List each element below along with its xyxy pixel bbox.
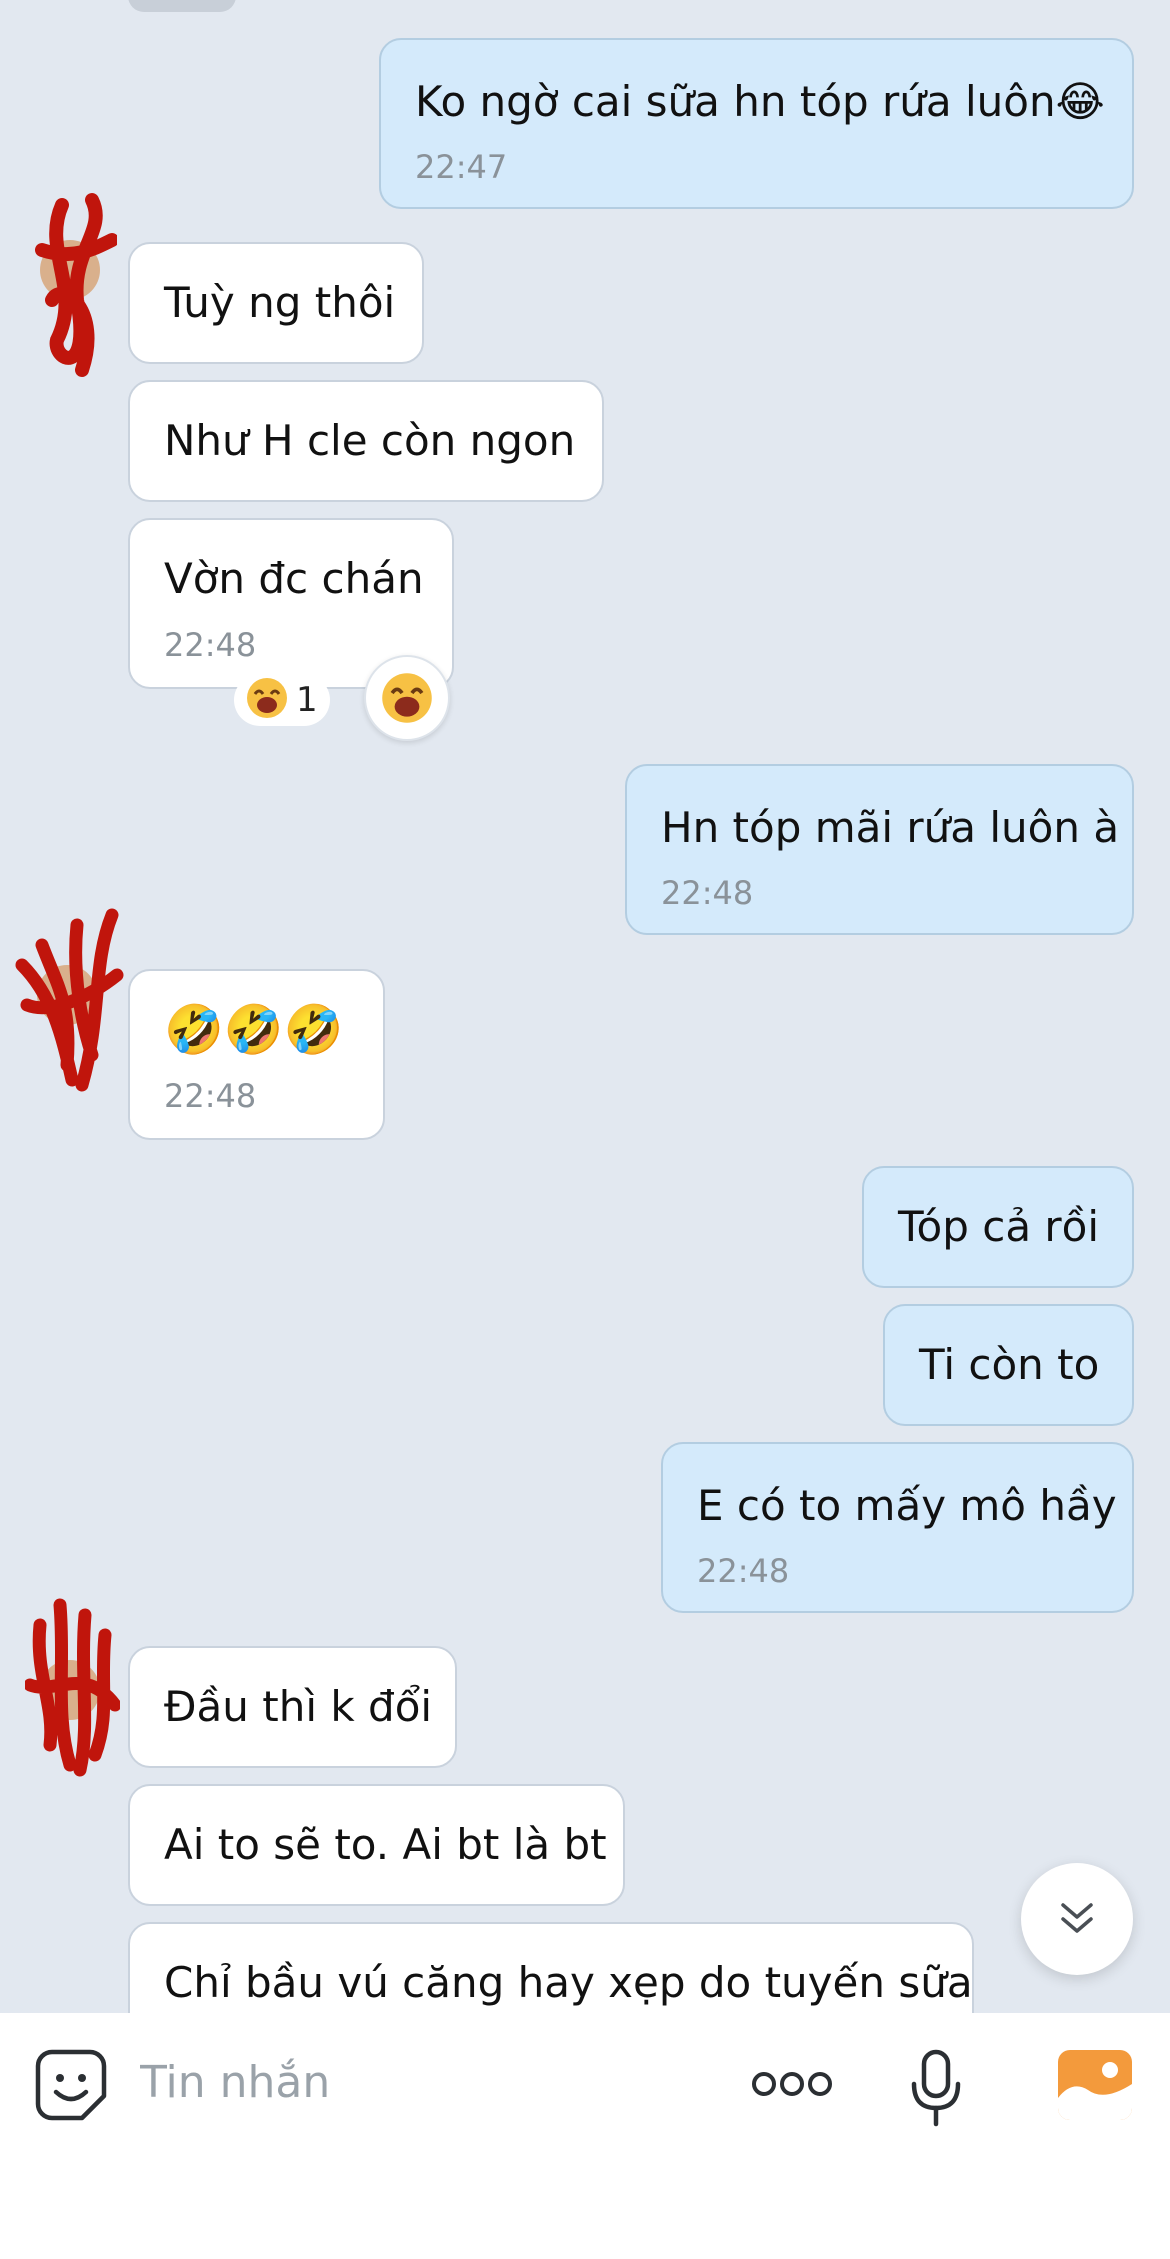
message-bubble-received[interactable]: Chỉ bầu vú căng hay xẹp do tuyến sữa [128, 1922, 974, 2013]
chat-area[interactable]: Ko ngờ cai sữa hn tóp rứa luôn😂 22:47 Tu… [0, 0, 1170, 2013]
message-time: 22:48 [164, 626, 257, 664]
message-time: 22:48 [697, 1552, 790, 1590]
laughing-face-icon [382, 673, 432, 723]
message-text: Đầu thì k đổi [164, 1682, 433, 1731]
more-dots-icon[interactable] [750, 2069, 834, 2099]
message-bubble-sent[interactable]: Ko ngờ cai sữa hn tóp rứa luôn😂 22:47 [379, 38, 1134, 209]
message-text: Ko ngờ cai sữa hn tóp rứa luôn😂 [415, 77, 1105, 126]
sticker-smiley-icon[interactable] [34, 2048, 108, 2122]
message-bubble-received[interactable]: Đầu thì k đổi [128, 1646, 457, 1768]
message-bubble-sent[interactable]: E có to mấy mô hầy 22:48 [661, 1442, 1134, 1613]
scroll-to-bottom-button[interactable] [1021, 1863, 1133, 1975]
message-text: Hn tóp mãi rứa luôn à [661, 803, 1120, 852]
previous-message-edge [128, 0, 236, 12]
message-bubble-received[interactable]: Tuỳ ng thôi [128, 242, 424, 364]
message-bubble-sent[interactable]: Tóp cả rồi [862, 1166, 1134, 1288]
message-bubble-received[interactable]: Như H cle còn ngon [128, 380, 604, 502]
double-chevron-down-icon [1061, 1903, 1093, 1933]
message-input-bar [0, 2013, 1170, 2259]
message-text: Ti còn to [919, 1340, 1100, 1389]
message-bubble-received[interactable]: Ai to sẽ to. Ai bt là bt [128, 1784, 625, 1906]
message-bubble-sent[interactable]: Ti còn to [883, 1304, 1134, 1426]
reaction-count: 1 [296, 680, 318, 720]
message-time: 22:48 [661, 874, 754, 912]
message-text: Ai to sẽ to. Ai bt là bt [164, 1820, 607, 1869]
redacted-avatar[interactable] [12, 905, 127, 1100]
microphone-icon[interactable] [908, 2048, 964, 2128]
reaction-summary[interactable]: 1 [234, 674, 330, 726]
message-text: Như H cle còn ngon [164, 416, 576, 465]
message-text: Tuỳ ng thôi [164, 278, 396, 327]
message-input[interactable] [140, 2055, 700, 2111]
message-text: 🤣🤣🤣 [164, 1002, 344, 1058]
message-text: Chỉ bầu vú căng hay xẹp do tuyến sữa [164, 1958, 973, 2007]
laughing-face-icon [246, 677, 288, 723]
message-text: Vờn đc chán [164, 554, 424, 603]
message-time: 22:48 [164, 1077, 257, 1115]
add-reaction-button[interactable] [364, 655, 450, 741]
message-bubble-received[interactable]: 🤣🤣🤣 22:48 [128, 969, 385, 1140]
message-text: E có to mấy mô hầy [697, 1481, 1117, 1530]
message-text: Tóp cả rồi [898, 1202, 1100, 1251]
redacted-avatar[interactable] [22, 190, 117, 390]
redacted-avatar[interactable] [25, 1595, 120, 1780]
message-time: 22:47 [415, 148, 508, 186]
image-gallery-icon[interactable] [1058, 2050, 1132, 2120]
message-bubble-sent[interactable]: Hn tóp mãi rứa luôn à 22:48 [625, 764, 1134, 935]
